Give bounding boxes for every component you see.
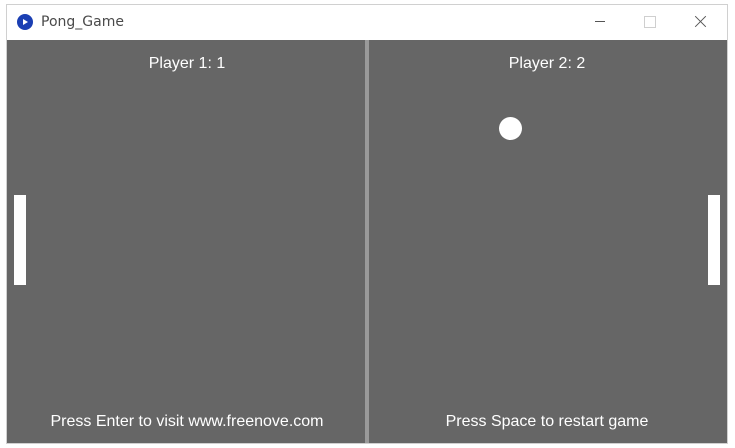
window-title: Pong_Game [41, 14, 124, 30]
player1-score: Player 1: 1 [148, 55, 226, 72]
ball [499, 117, 522, 140]
app-window: Pong_Game Player 1: 1 Player 2: 2 Press … [6, 4, 728, 444]
right-paddle [708, 195, 720, 285]
center-net [365, 40, 369, 443]
visit-website-hint: Press Enter to visit www.freenove.com [50, 413, 324, 430]
maximize-button[interactable] [627, 5, 673, 39]
python-icon [17, 14, 33, 30]
title-bar[interactable]: Pong_Game [7, 5, 727, 39]
player2-score: Player 2: 2 [508, 55, 586, 72]
restart-game-hint: Press Space to restart game [445, 413, 649, 430]
minimize-button[interactable] [577, 5, 623, 39]
left-paddle [14, 195, 26, 285]
close-button[interactable] [677, 5, 723, 39]
game-canvas[interactable]: Player 1: 1 Player 2: 2 Press Enter to v… [7, 40, 727, 443]
